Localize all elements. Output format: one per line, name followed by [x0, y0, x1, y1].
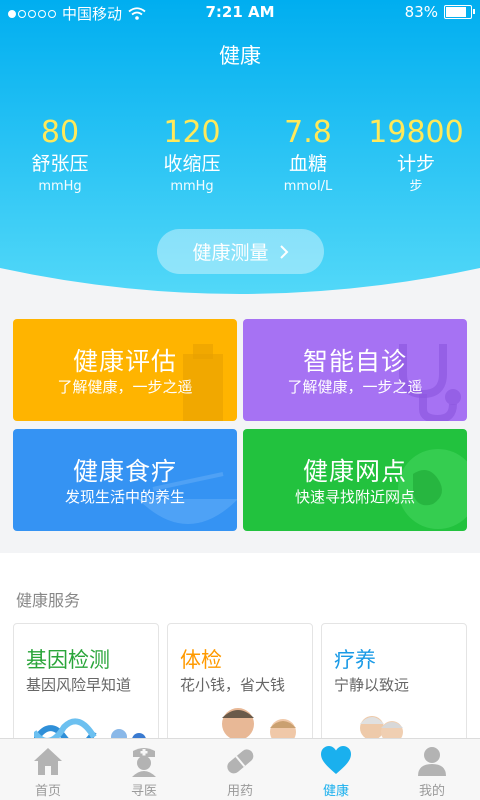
battery-percent: 83%: [404, 3, 438, 21]
tile-health-assessment[interactable]: 健康评估 了解健康，一步之遥: [13, 319, 237, 421]
tab-label: 用药: [226, 784, 253, 799]
tab-health[interactable]: 健康: [288, 739, 384, 800]
tile-title: 智能自诊: [302, 347, 407, 376]
card-title: 疗养: [334, 648, 376, 672]
home-icon: [34, 748, 62, 775]
tab-profile[interactable]: 我的: [384, 739, 480, 800]
metric-unit: mmHg: [170, 179, 214, 194]
metric-name: 舒张压: [31, 153, 89, 175]
tab-label: 寻医: [130, 784, 157, 799]
metric-unit: mmol/L: [283, 179, 333, 194]
health-measure-button[interactable]: 健康测量: [157, 229, 324, 274]
tab-find-doctor[interactable]: 寻医: [96, 739, 192, 800]
tile-subtitle: 了解健康，一步之遥: [57, 378, 193, 396]
tab-label: 我的: [418, 784, 445, 799]
metric-systolic[interactable]: 120 收缩压 mmHg: [132, 115, 252, 197]
bottom-tab-bar: 首页 寻医 用药 健康 我的: [0, 738, 480, 800]
page-title: 健康: [219, 44, 261, 68]
card-subtitle: 花小钱，省大钱: [180, 676, 286, 694]
metric-unit: 步: [409, 179, 423, 194]
heart-icon: [321, 746, 351, 774]
metric-name: 计步: [396, 153, 435, 175]
tile-subtitle: 发现生活中的养生: [64, 488, 185, 506]
section-title: 健康服务: [16, 591, 81, 610]
metric-diastolic[interactable]: 80 舒张压 mmHg: [0, 115, 120, 197]
status-bar: 中国移动 7:21 AM 83%: [0, 0, 480, 24]
tile-subtitle: 了解健康，一步之遥: [287, 378, 423, 396]
tab-home[interactable]: 首页: [0, 739, 96, 800]
tile-self-diagnosis[interactable]: 智能自诊 了解健康，一步之遥: [243, 319, 467, 421]
battery-icon: [444, 5, 475, 19]
metric-steps[interactable]: 19800 计步 步: [356, 115, 476, 197]
metric-value: 120: [163, 115, 221, 150]
tile-title: 健康食疗: [72, 457, 177, 486]
metric-unit: mmHg: [38, 179, 82, 194]
card-title: 体检: [180, 648, 222, 672]
metric-name: 血糖: [288, 153, 327, 175]
card-subtitle: 基因风险早知道: [26, 676, 132, 694]
chevron-right-icon: [279, 244, 288, 259]
card-title: 基因检测: [26, 648, 110, 672]
tab-medication[interactable]: 用药: [192, 739, 288, 800]
health-header: 中国移动 7:21 AM 83% 健康 80 舒张压 mmHg 120 收缩压 …: [0, 0, 480, 300]
measure-button-label: 健康测量: [192, 242, 269, 264]
metric-value: 7.8: [284, 115, 332, 150]
pill-icon: [227, 749, 254, 774]
tab-label: 健康: [322, 784, 349, 799]
card-subtitle: 宁静以致远: [334, 676, 410, 694]
metric-value: 19800: [368, 115, 464, 150]
metric-blood-sugar[interactable]: 7.8 血糖 mmol/L: [248, 115, 368, 197]
nurse-icon: [132, 748, 156, 777]
metrics-row: 80 舒张压 mmHg 120 收缩压 mmHg 7.8 血糖 mmol/L 1…: [0, 115, 480, 205]
tile-title: 健康网点: [302, 457, 407, 486]
metric-value: 80: [40, 115, 80, 150]
tile-health-outlets[interactable]: 健康网点 快速寻找附近网点: [243, 429, 467, 531]
tile-subtitle: 快速寻找附近网点: [294, 488, 415, 506]
user-icon: [418, 747, 446, 776]
metric-name: 收缩压: [163, 153, 221, 175]
tab-label: 首页: [34, 784, 61, 799]
tile-diet-therapy[interactable]: 健康食疗 发现生活中的养生: [13, 429, 237, 531]
tile-title: 健康评估: [72, 347, 177, 376]
